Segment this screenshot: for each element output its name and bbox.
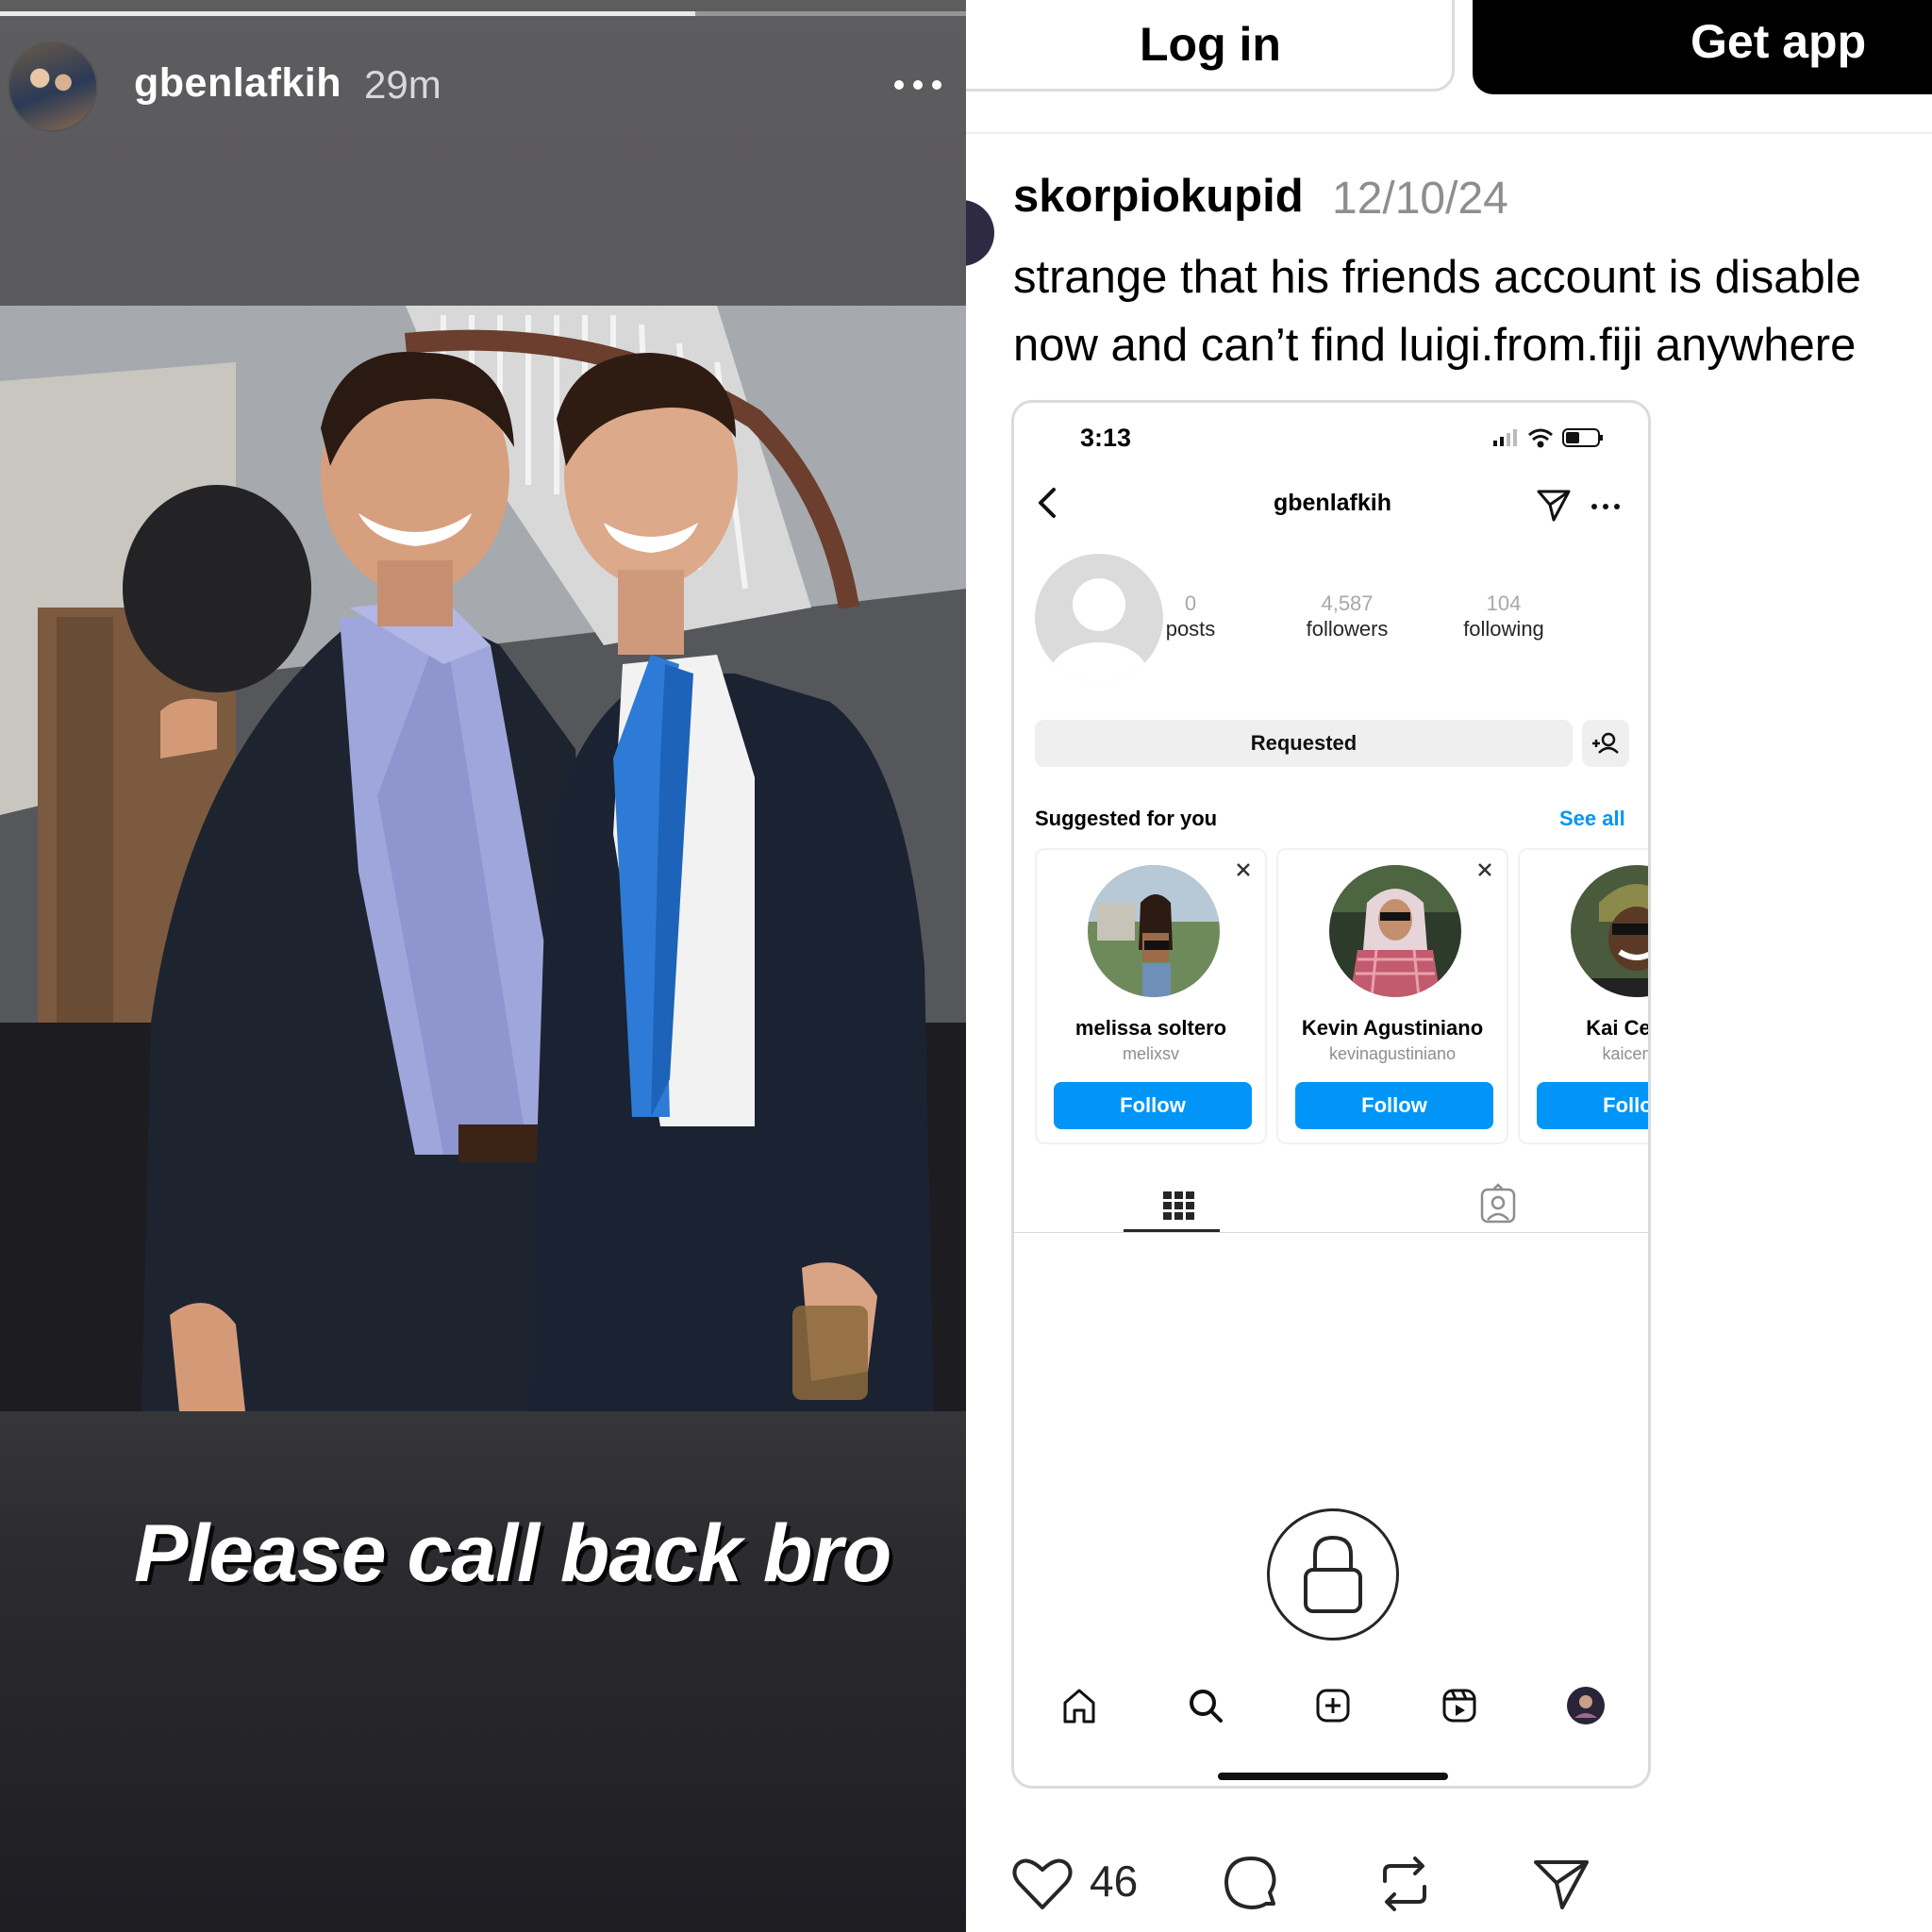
suggestion-avatar [1088,865,1220,997]
lock-icon [1304,1535,1362,1613]
like-count: 46 [1090,1857,1139,1906]
share-icon[interactable] [1528,1851,1594,1917]
story-progress-fill [0,11,696,16]
suggestion-handle: melixsv [1122,1044,1179,1063]
close-icon[interactable] [1233,859,1254,880]
two-men-in-suits-photo [0,306,966,1411]
stat-followers-label: followers [1306,617,1389,641]
post-date: 12/10/24 [1332,174,1508,224]
post-image-screenshot[interactable]: 3:13 gbenlafkih 0 posts 4,587 followers … [1011,400,1651,1789]
tagged-tab-icon[interactable] [1474,1182,1522,1229]
profile-icon[interactable] [1562,1682,1609,1729]
see-all-link[interactable]: See all [1559,807,1625,831]
stat-posts-count: 0 [1184,591,1197,615]
post-panel: Log in Get app skorpiokupid 12/10/24 str… [966,0,1932,1932]
story-viewer: gbenlafkih 29m Please call back bro [0,0,966,1932]
story-avatar[interactable] [8,42,98,132]
signal-icon [1493,429,1517,446]
suggested-for-you-title: Suggested for you [1035,807,1218,830]
login-button[interactable]: Log in [966,0,1455,92]
post-text: strange that his friends account is disa… [1013,252,1861,371]
home-indicator [1218,1773,1448,1780]
battery-icon [1562,428,1603,447]
suggestion-card[interactable]: Kevin Agustiniano kevinagustiniano Follo… [1276,848,1508,1144]
close-icon[interactable] [1474,859,1495,880]
create-icon[interactable] [1309,1682,1357,1729]
suggestion-name[interactable]: Kevin Agustiniano [1278,1016,1507,1041]
suggestion-avatar [1571,865,1648,997]
profile-more-icon[interactable] [1590,497,1622,516]
suggestion-card[interactable]: melissa soltero melixsv Follow [1035,848,1267,1144]
stat-posts[interactable]: 0 posts [1110,591,1271,642]
status-bar-time: 3:13 [1080,424,1132,452]
follow-button[interactable]: Follow [1054,1082,1252,1129]
stat-following-label: following [1463,617,1544,641]
heart-icon[interactable] [1009,1851,1075,1917]
stat-posts-label: posts [1165,617,1216,641]
status-bar-icons [1493,428,1603,448]
send-message-icon[interactable] [1535,488,1573,524]
post-username[interactable]: skorpiokupid [1013,170,1304,223]
repost-icon[interactable] [1372,1851,1438,1917]
follow-button[interactable]: Follow [1537,1082,1648,1129]
story-photo [0,306,966,1411]
story-timestamp: 29m [364,62,441,107]
story-caption: Please call back bro [134,1508,891,1599]
story-progress-bar [0,11,966,16]
stat-following-count: 104 [1486,591,1522,615]
tab-separator [1014,1232,1648,1233]
suggestion-avatar [1329,865,1461,997]
search-icon[interactable] [1182,1682,1229,1729]
header-divider [966,132,1932,134]
add-user-icon[interactable] [1582,720,1629,767]
comment-icon[interactable] [1219,1851,1285,1917]
wifi-icon [1528,428,1553,448]
post-author-avatar[interactable] [966,200,994,266]
story-username[interactable]: gbenlafkih [134,60,341,107]
get-app-button[interactable]: Get app [1473,0,1932,94]
more-options-icon[interactable] [891,66,944,104]
grid-tab-icon[interactable] [1156,1182,1203,1229]
suggestion-handle: kaicenat [1602,1044,1651,1063]
suggestion-name[interactable]: Kai Cenat [1520,1016,1648,1041]
suggestion-name[interactable]: melissa soltero [1037,1016,1265,1041]
stat-followers[interactable]: 4,587 followers [1267,591,1427,642]
requested-button[interactable]: Requested [1035,720,1573,767]
reels-icon[interactable] [1436,1682,1483,1729]
follow-button[interactable]: Follow [1295,1082,1493,1129]
suggestion-handle: kevinagustiniano [1328,1044,1457,1063]
stat-following[interactable]: 104 following [1424,591,1584,642]
suggestion-card[interactable]: Kai Cenat kaicenat Follow [1518,848,1651,1144]
private-account-lock [1267,1508,1399,1641]
home-icon[interactable] [1056,1682,1103,1729]
stat-followers-count: 4,587 [1321,591,1374,615]
